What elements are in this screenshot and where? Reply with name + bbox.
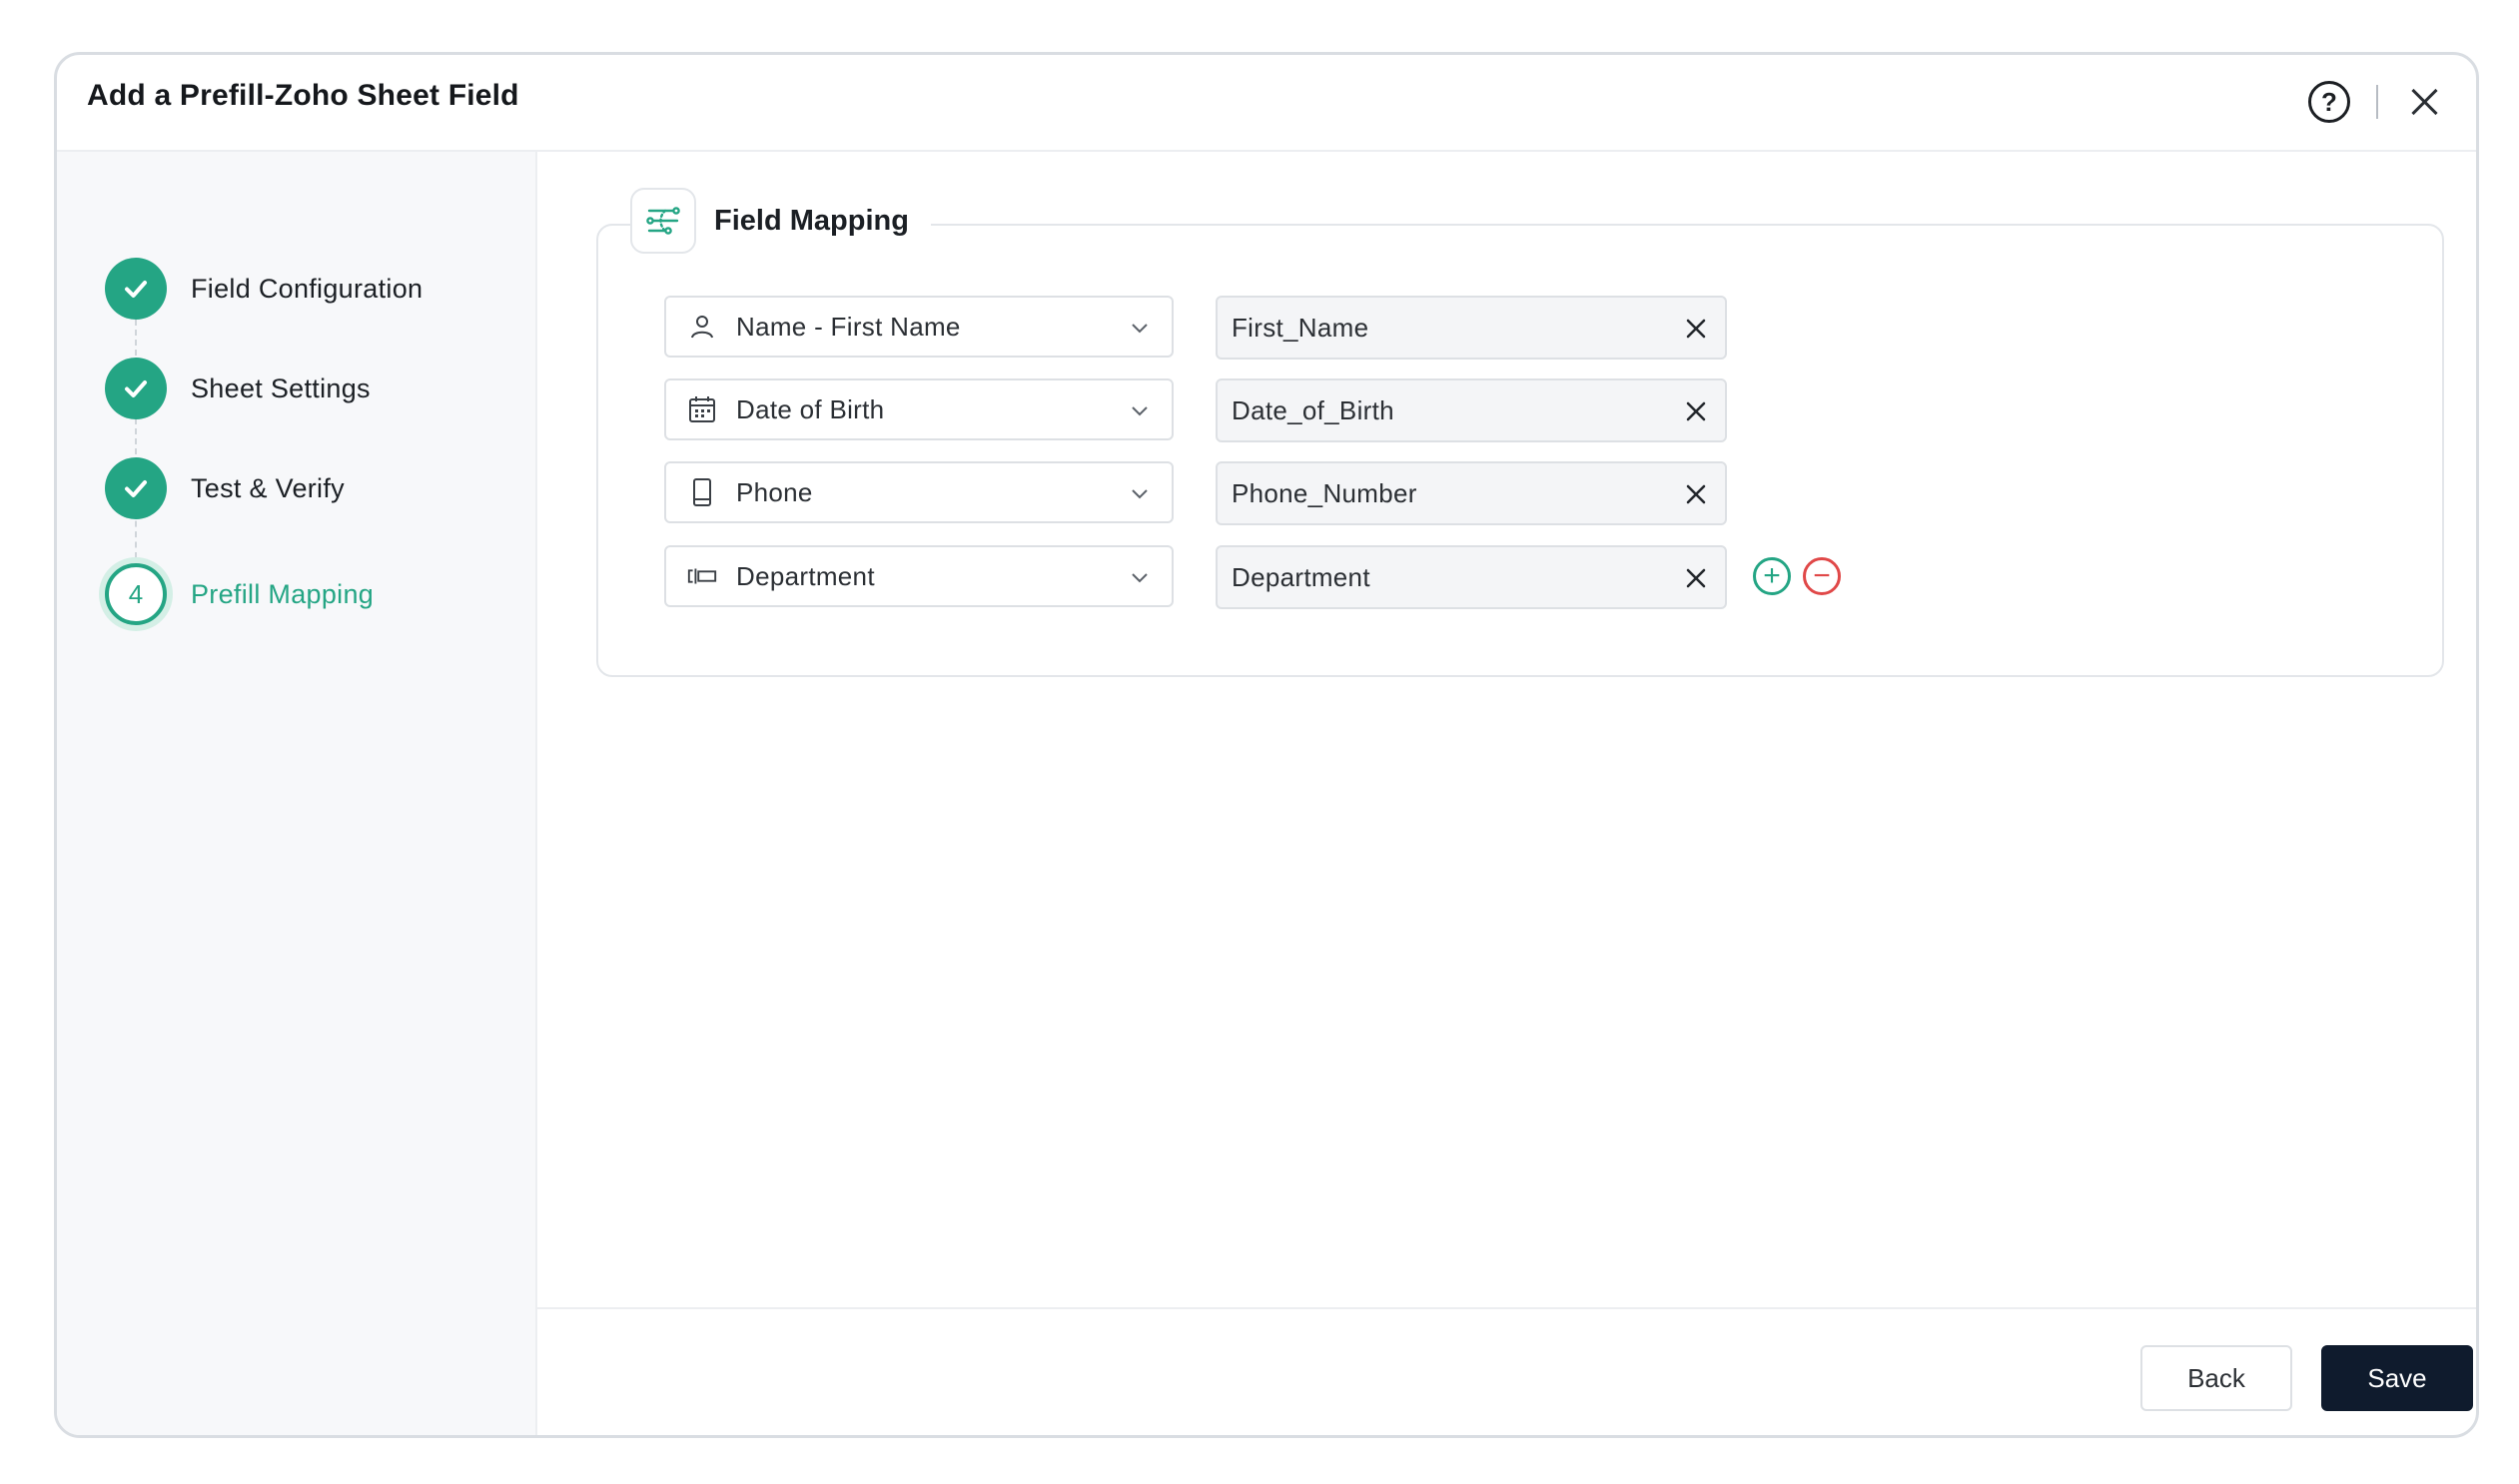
field-mapping-card: Field Mapping Name - First Name First_Na… (596, 188, 2444, 677)
add-row-button[interactable]: + (1753, 557, 1791, 595)
sheet-column-field[interactable]: Phone_Number (1216, 461, 1727, 525)
step-label: Sheet Settings (191, 372, 371, 403)
chevron-down-icon (1132, 489, 1148, 499)
sheet-column-field[interactable]: First_Name (1216, 296, 1727, 360)
help-icon[interactable]: ? (2308, 81, 2350, 123)
person-icon (686, 311, 718, 343)
clear-icon[interactable] (1681, 479, 1711, 509)
form-field-value: Date of Birth (736, 393, 885, 424)
chevron-down-icon (1132, 573, 1148, 583)
dialog-footer: Back Save (537, 1307, 2476, 1435)
clear-icon[interactable] (1681, 396, 1711, 426)
step-test-verify[interactable]: Test & Verify (105, 455, 345, 521)
form-field-value: Department (736, 560, 875, 591)
step-label: Prefill Mapping (191, 578, 375, 609)
form-field-select[interactable]: Phone (664, 461, 1174, 523)
check-icon (105, 457, 167, 519)
step-number: 4 (105, 563, 167, 625)
chevron-down-icon (1132, 324, 1148, 334)
sheet-column-field[interactable]: Date_of_Birth (1216, 378, 1727, 442)
form-field-select[interactable]: Date of Birth (664, 378, 1174, 440)
main-content: Field Mapping Name - First Name First_Na… (537, 152, 2476, 1435)
header-actions: ? (2308, 73, 2446, 131)
step-sheet-settings[interactable]: Sheet Settings (105, 356, 371, 421)
back-button[interactable]: Back (2140, 1345, 2292, 1411)
sheet-column-value: Department (1232, 561, 1370, 592)
field-mapping-header: Field Mapping (630, 188, 931, 254)
check-icon (105, 258, 167, 320)
remove-row-button[interactable]: − (1803, 557, 1841, 595)
mapping-row: Phone Phone_Number (664, 461, 1863, 525)
dialog-title: Add a Prefill-Zoho Sheet Field (87, 79, 519, 112)
check-icon (105, 358, 167, 419)
form-field-select[interactable]: Department (664, 545, 1174, 607)
sheet-column-value: Phone_Number (1232, 477, 1417, 508)
mapping-icon (630, 188, 696, 254)
form-field-select[interactable]: Name - First Name (664, 296, 1174, 358)
clear-icon[interactable] (1681, 563, 1711, 593)
form-field-value: Name - First Name (736, 311, 961, 342)
chevron-down-icon (1132, 406, 1148, 416)
save-button[interactable]: Save (2321, 1345, 2473, 1411)
clear-icon[interactable] (1681, 314, 1711, 344)
form-field-value: Phone (736, 476, 813, 507)
step-prefill-mapping[interactable]: 4 Prefill Mapping (105, 561, 374, 627)
sheet-column-value: Date_of_Birth (1232, 394, 1394, 425)
step-label: Test & Verify (191, 472, 345, 503)
phone-icon (686, 476, 718, 508)
department-icon (686, 560, 718, 592)
stepper-sidebar: Field Configuration Sheet Settings Test … (57, 152, 537, 1435)
mapping-row: Name - First Name First_Name (664, 296, 1863, 360)
field-mapping-title: Field Mapping (714, 204, 909, 237)
dialog-header: Add a Prefill-Zoho Sheet Field ? (57, 55, 2476, 152)
row-actions: + − (1753, 557, 1841, 595)
mapping-row: Date of Birth Date_of_Birth (664, 378, 1863, 442)
sheet-column-field[interactable]: Department (1216, 545, 1727, 609)
mapping-row: Department Department + − (664, 545, 1863, 609)
header-divider (2376, 85, 2378, 119)
step-field-configuration[interactable]: Field Configuration (105, 256, 422, 322)
prefill-dialog: Add a Prefill-Zoho Sheet Field ? Field C… (54, 52, 2479, 1438)
sheet-column-value: First_Name (1232, 312, 1369, 343)
calendar-icon (686, 393, 718, 425)
close-icon[interactable] (2404, 81, 2446, 123)
step-label: Field Configuration (191, 273, 423, 304)
